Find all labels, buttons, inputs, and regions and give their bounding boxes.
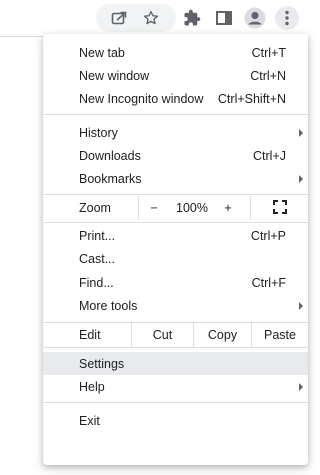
zoom-label: Zoom — [79, 201, 111, 215]
menu-item-print[interactable]: Print... Ctrl+P — [43, 224, 308, 247]
extensions-icon[interactable] — [180, 6, 204, 30]
zoom-out-button[interactable]: − — [139, 196, 169, 220]
menu-item-shortcut: Ctrl+T — [251, 45, 286, 60]
menu-item-label: Cast... — [79, 251, 116, 266]
menu-item-shortcut: Ctrl+P — [250, 228, 286, 243]
menu-item-more-tools[interactable]: More tools — [43, 294, 308, 317]
zoom-in-button[interactable]: + — [213, 196, 243, 220]
menu-row-edit: Edit Cut Copy Paste — [43, 323, 308, 347]
menu-item-label: Downloads — [79, 148, 141, 163]
menu-item-label: New Incognito window — [79, 91, 204, 106]
menu-item-bookmarks[interactable]: Bookmarks — [43, 167, 308, 190]
menu-item-shortcut: Ctrl+N — [250, 68, 286, 83]
paste-button[interactable]: Paste — [252, 323, 308, 347]
menu-item-new-window[interactable]: New window Ctrl+N — [43, 64, 308, 87]
copy-label: Copy — [207, 328, 238, 342]
menu-item-label: Find... — [79, 275, 114, 290]
menu-item-cast[interactable]: Cast... — [43, 247, 308, 270]
edit-label: Edit — [79, 328, 101, 342]
paste-label: Paste — [264, 328, 296, 342]
menu-item-settings[interactable]: Settings — [43, 352, 308, 375]
submenu-arrow-icon — [299, 129, 303, 137]
submenu-arrow-icon — [299, 302, 303, 310]
menu-item-label: Help — [79, 379, 105, 394]
cut-button[interactable]: Cut — [132, 323, 193, 347]
menu-item-label: More tools — [79, 298, 138, 313]
menu-item-help[interactable]: Help — [43, 375, 308, 398]
menu-item-history[interactable]: History — [43, 121, 308, 144]
menu-item-find[interactable]: Find... Ctrl+F — [43, 271, 308, 294]
menu-item-shortcut: Ctrl+J — [253, 148, 286, 163]
share-icon[interactable] — [107, 6, 131, 30]
menu-item-shortcut: Ctrl+Shift+N — [217, 91, 286, 106]
menu-item-label: Settings — [79, 356, 125, 371]
menu-separator — [43, 402, 308, 403]
menu-item-label: Bookmarks — [79, 171, 142, 186]
fullscreen-icon — [272, 199, 287, 217]
star-icon[interactable] — [139, 6, 163, 30]
cut-label: Cut — [152, 328, 173, 342]
menu-item-downloads[interactable]: Downloads Ctrl+J — [43, 144, 308, 167]
menu-item-label: Exit — [79, 413, 100, 428]
zoom-in-label: + — [224, 201, 232, 215]
menu-row-zoom: Zoom − 100% + — [43, 196, 308, 220]
menu-separator — [43, 194, 308, 195]
menu-item-label: Print... — [79, 228, 116, 243]
profile-icon[interactable] — [243, 6, 267, 30]
submenu-arrow-icon — [299, 175, 303, 183]
copy-button[interactable]: Copy — [194, 323, 251, 347]
menu-item-new-tab[interactable]: New tab Ctrl+T — [43, 41, 308, 64]
side-panel-icon[interactable] — [212, 6, 236, 30]
menu-separator — [43, 114, 308, 115]
menu-separator — [43, 347, 308, 348]
menu-item-new-incognito-window[interactable]: New Incognito window Ctrl+Shift+N — [43, 87, 308, 110]
menu-item-exit[interactable]: Exit — [43, 409, 308, 432]
menu-item-label: New window — [79, 68, 150, 83]
menu-item-shortcut: Ctrl+F — [251, 275, 286, 290]
chrome-menu: New tab Ctrl+T New window Ctrl+N New Inc… — [43, 34, 308, 465]
menu-separator — [43, 222, 308, 223]
zoom-out-label: − — [150, 201, 158, 215]
browser-toolbar — [0, 0, 308, 37]
fullscreen-button[interactable] — [251, 196, 308, 220]
submenu-arrow-icon — [299, 383, 303, 391]
zoom-value: 100% — [176, 201, 208, 215]
more-menu-icon[interactable] — [275, 6, 299, 30]
menu-item-label: History — [79, 125, 118, 140]
menu-item-label: New tab — [79, 45, 125, 60]
